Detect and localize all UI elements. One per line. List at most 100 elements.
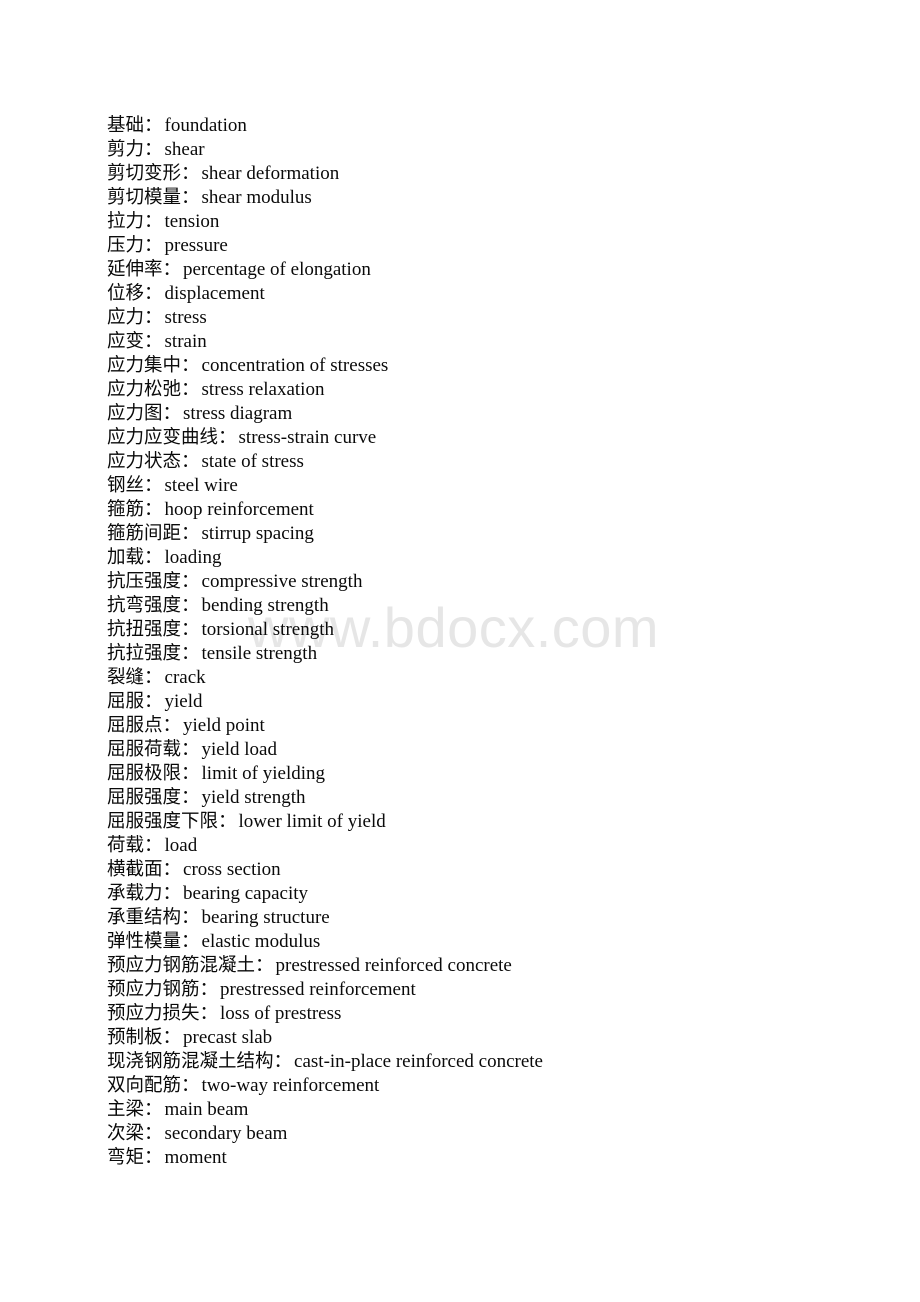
glossary-definition: strain	[164, 331, 207, 352]
glossary-separator: ：	[181, 523, 200, 544]
glossary-term: 应力图	[107, 403, 163, 424]
glossary-definition: torsional strength	[201, 619, 334, 640]
glossary-separator: ：	[144, 211, 163, 232]
glossary-separator: ：	[273, 1051, 293, 1072]
glossary-definition: yield point	[183, 715, 265, 736]
glossary-term: 应力状态	[107, 451, 182, 472]
glossary-entry: 拉力： tension	[107, 210, 847, 234]
glossary-separator: ：	[181, 187, 200, 208]
glossary-definition: foundation	[164, 115, 247, 136]
glossary-separator: ：	[162, 259, 182, 280]
glossary-definition: shear	[164, 139, 205, 160]
glossary-term: 钢丝	[107, 475, 145, 496]
glossary-definition: concentration of stresses	[201, 355, 389, 376]
glossary-entry: 箍筋间距： stirrup spacing	[107, 522, 847, 546]
glossary-definition: state of stress	[201, 451, 304, 472]
glossary-separator: ：	[162, 715, 182, 736]
glossary-entry: 剪力： shear	[107, 138, 847, 162]
glossary-term: 现浇钢筋混凝土结构	[107, 1051, 274, 1072]
glossary-term: 剪切变形	[107, 163, 182, 184]
glossary-definition: yield	[164, 691, 203, 712]
glossary-separator: ：	[218, 811, 237, 832]
glossary-definition: stress	[164, 307, 207, 328]
glossary-entry: 屈服极限： limit of yielding	[107, 762, 847, 786]
glossary-definition: displacement	[164, 283, 265, 304]
glossary-definition: bending strength	[201, 595, 329, 616]
glossary-entry: 抗弯强度： bending strength	[107, 594, 847, 618]
glossary-entry: 承重结构： bearing structure	[107, 906, 847, 930]
glossary-term: 弯矩	[107, 1147, 145, 1168]
glossary-definition: load	[164, 835, 198, 856]
glossary-definition: loading	[164, 547, 222, 568]
glossary-entry: 承载力： bearing capacity	[107, 882, 847, 906]
glossary-term: 剪力	[107, 139, 145, 160]
glossary-entry: 次梁： secondary beam	[107, 1122, 847, 1146]
glossary-separator: ：	[144, 235, 163, 256]
glossary-separator: ：	[162, 883, 182, 904]
glossary-entry: 应力应变曲线： stress-strain curve	[107, 426, 847, 450]
glossary-term: 主梁	[107, 1099, 145, 1120]
glossary-definition: cast-in-place reinforced concrete	[294, 1051, 543, 1072]
glossary-separator: ：	[181, 451, 200, 472]
glossary-separator: ：	[181, 619, 200, 640]
glossary-term: 应力	[107, 307, 145, 328]
glossary-entry: 位移： displacement	[107, 282, 847, 306]
glossary-separator: ：	[144, 1123, 163, 1144]
glossary-entry: 压力： pressure	[107, 234, 847, 258]
glossary-definition: stirrup spacing	[201, 523, 314, 544]
glossary-definition: loss of prestress	[220, 1003, 342, 1024]
glossary-term: 预制板	[107, 1027, 163, 1048]
glossary-entry: 预应力损失： loss of prestress	[107, 1002, 847, 1026]
glossary-term: 屈服	[107, 691, 145, 712]
glossary-separator: ：	[144, 691, 163, 712]
glossary-list: 基础： foundation 剪力： shear 剪切变形： shear deformat…	[107, 114, 847, 1170]
glossary-separator: ：	[181, 643, 200, 664]
glossary-separator: ：	[144, 115, 163, 136]
glossary-term: 剪切模量	[107, 187, 182, 208]
glossary-definition: crack	[164, 667, 206, 688]
glossary-separator: ：	[144, 499, 163, 520]
glossary-term: 抗压强度	[107, 571, 182, 592]
glossary-term: 抗扭强度	[107, 619, 182, 640]
glossary-term: 次梁	[107, 1123, 145, 1144]
glossary-separator: ：	[144, 139, 163, 160]
glossary-term: 裂缝	[107, 667, 145, 688]
glossary-definition: stress diagram	[183, 403, 293, 424]
glossary-definition: limit of yielding	[201, 763, 326, 784]
glossary-definition: moment	[164, 1147, 227, 1168]
glossary-separator: ：	[144, 667, 163, 688]
glossary-term: 屈服点	[107, 715, 163, 736]
glossary-separator: ：	[144, 283, 163, 304]
glossary-definition: prestressed reinforcement	[220, 979, 416, 1000]
glossary-entry: 预制板： precast slab	[107, 1026, 847, 1050]
glossary-entry: 屈服强度： yield strength	[107, 786, 847, 810]
glossary-definition: shear deformation	[201, 163, 340, 184]
glossary-entry: 裂缝： crack	[107, 666, 847, 690]
glossary-separator: ：	[144, 547, 163, 568]
glossary-term: 应力松弛	[107, 379, 182, 400]
glossary-separator: ：	[144, 307, 163, 328]
glossary-definition: pressure	[164, 235, 228, 256]
glossary-definition: yield strength	[201, 787, 306, 808]
glossary-definition: two-way reinforcement	[201, 1075, 380, 1096]
glossary-separator: ：	[181, 595, 200, 616]
glossary-entry: 加载： loading	[107, 546, 847, 570]
glossary-definition: secondary beam	[164, 1123, 288, 1144]
glossary-definition: main beam	[164, 1099, 249, 1120]
glossary-entry: 抗压强度： compressive strength	[107, 570, 847, 594]
glossary-separator: ：	[181, 379, 200, 400]
glossary-definition: percentage of elongation	[183, 259, 371, 280]
glossary-definition: tension	[164, 211, 220, 232]
glossary-separator: ：	[199, 1003, 219, 1024]
glossary-term: 承载力	[107, 883, 163, 904]
glossary-entry: 屈服荷载： yield load	[107, 738, 847, 762]
glossary-separator: ：	[181, 763, 200, 784]
glossary-entry: 钢丝： steel wire	[107, 474, 847, 498]
glossary-entry: 应力图： stress diagram	[107, 402, 847, 426]
glossary-entry: 双向配筋： two-way reinforcement	[107, 1074, 847, 1098]
glossary-entry: 屈服点： yield point	[107, 714, 847, 738]
glossary-entry: 箍筋： hoop reinforcement	[107, 498, 847, 522]
glossary-entry: 荷载： load	[107, 834, 847, 858]
glossary-separator: ：	[181, 907, 200, 928]
glossary-term: 预应力损失	[107, 1003, 200, 1024]
